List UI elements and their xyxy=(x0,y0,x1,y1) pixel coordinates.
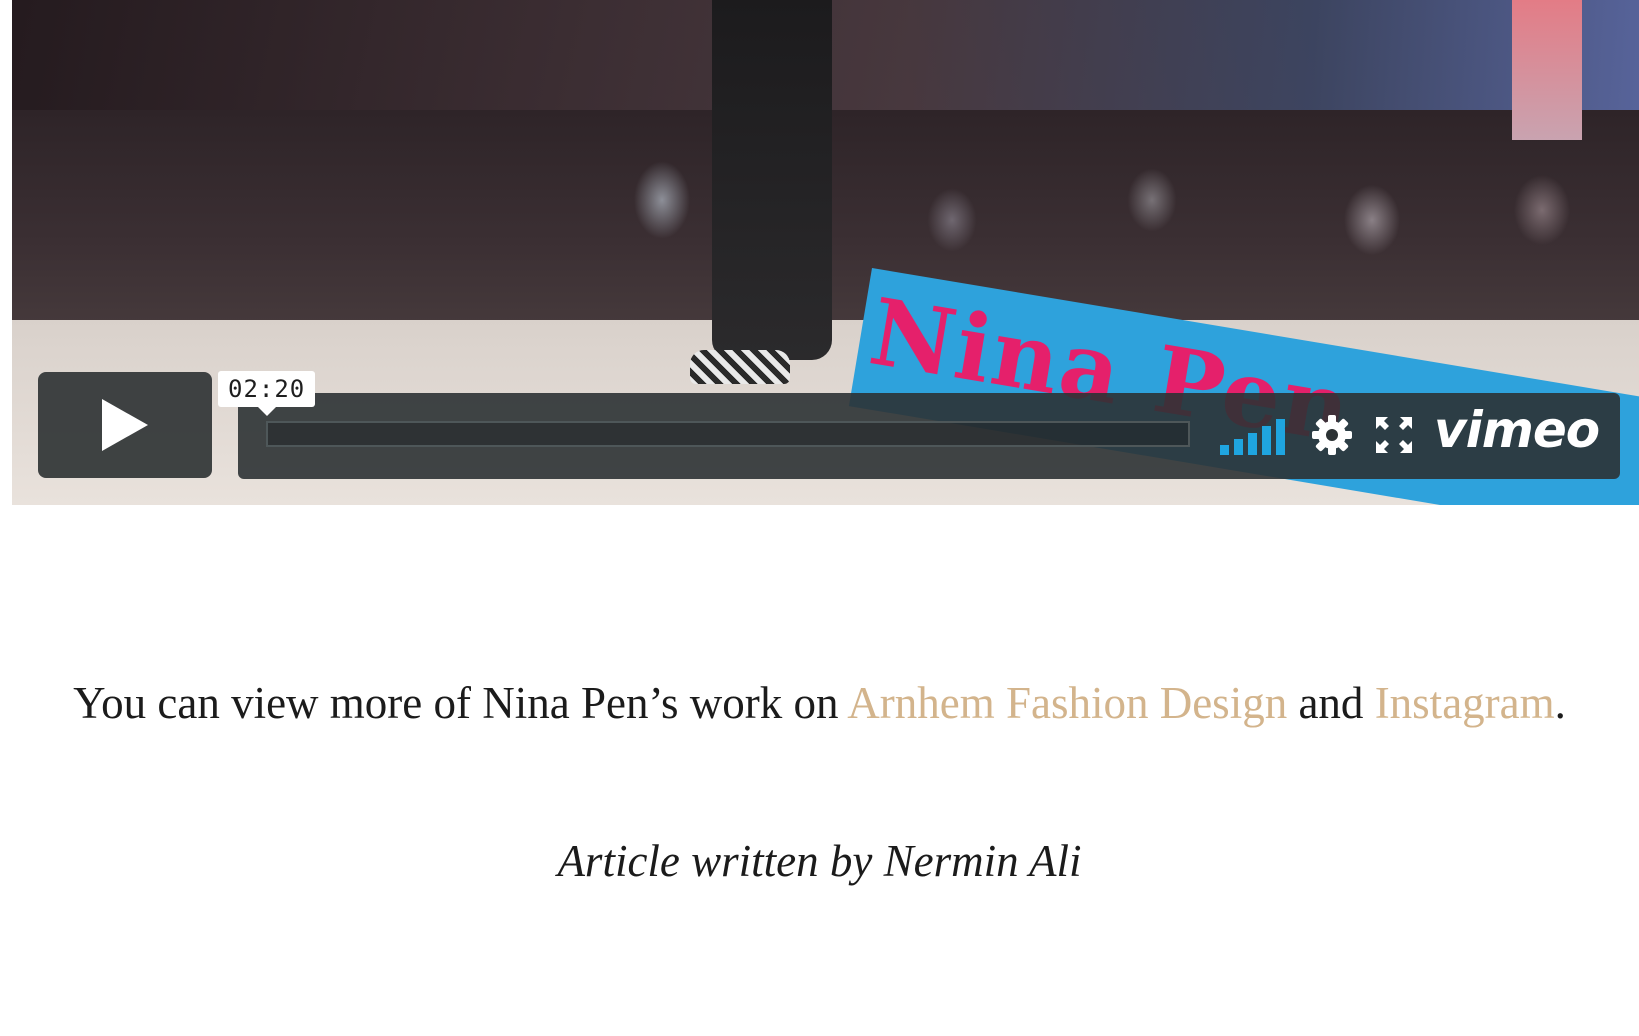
instagram-link[interactable]: Instagram xyxy=(1375,678,1555,728)
arnhem-fashion-design-link[interactable]: Arnhem Fashion Design xyxy=(847,678,1287,728)
article-caption: You can view more of Nina Pen’s work on … xyxy=(0,668,1639,738)
fullscreen-icon[interactable] xyxy=(1374,415,1414,455)
time-tooltip: 02:20 xyxy=(218,371,316,416)
gear-icon[interactable] xyxy=(1310,413,1354,457)
control-bar: vimeo xyxy=(238,393,1620,479)
author-credit: Article written by Nermin Ali xyxy=(557,836,1082,886)
caption-middle: and xyxy=(1287,678,1375,728)
video-pillar xyxy=(1512,0,1582,140)
caption-prefix: You can view more of Nina Pen’s work on xyxy=(73,678,848,728)
caption-suffix: . xyxy=(1554,678,1566,728)
volume-icon[interactable] xyxy=(1220,417,1290,455)
play-button[interactable] xyxy=(38,372,212,478)
play-icon xyxy=(100,397,150,453)
video-shoe xyxy=(690,350,790,384)
vimeo-logo[interactable]: vimeo xyxy=(1434,401,1600,459)
video-model xyxy=(712,0,832,360)
progress-bar[interactable] xyxy=(266,421,1190,447)
